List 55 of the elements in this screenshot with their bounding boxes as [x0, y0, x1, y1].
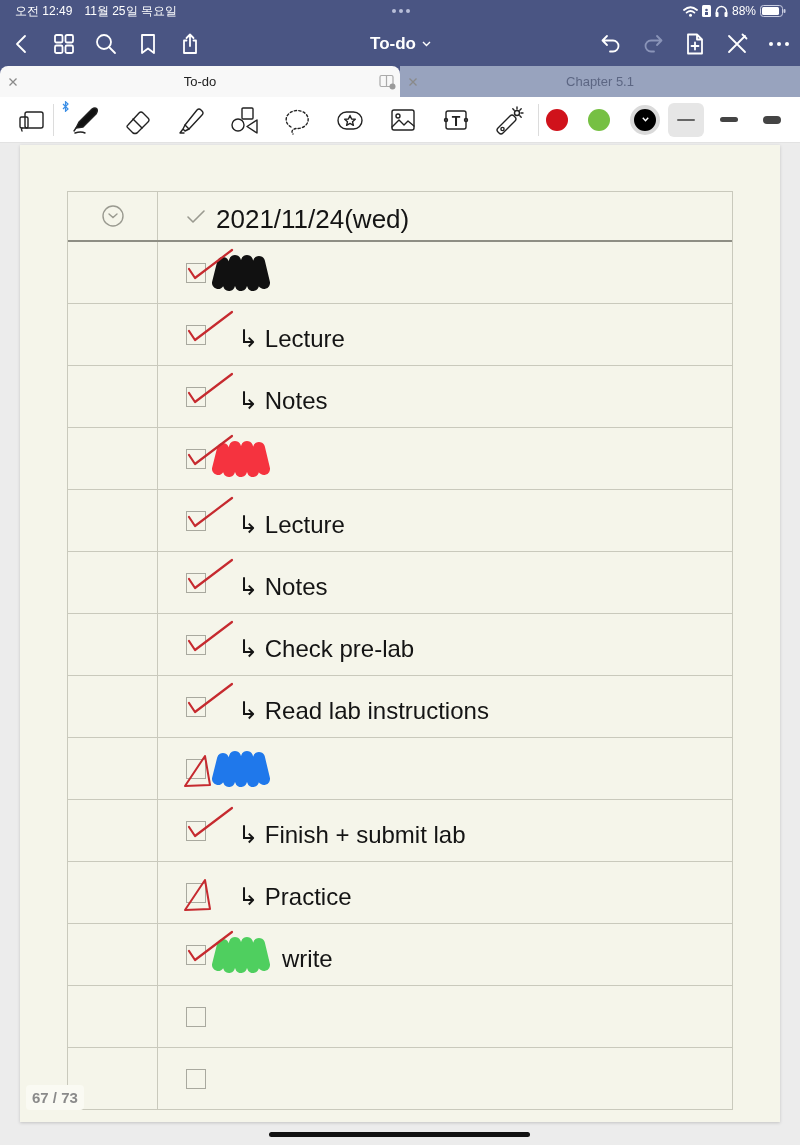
close-icon[interactable] [9, 77, 17, 86]
bluetooth-icon [62, 100, 69, 112]
screen-lock-icon [701, 5, 711, 17]
document-tab[interactable]: To-do [0, 66, 400, 97]
checkbox[interactable] [186, 696, 206, 717]
handwritten-text: ↳ Finish + submit lab [238, 819, 466, 849]
search-icon[interactable] [94, 32, 118, 56]
pen-icon[interactable] [70, 104, 100, 135]
handwritten-text: ↳ Read lab instructions [238, 695, 489, 725]
chevron-down-icon [421, 41, 431, 47]
handwritten-text: ↳ Notes [238, 385, 328, 415]
split-view-icon[interactable] [378, 73, 396, 90]
checkbox[interactable] [186, 820, 206, 841]
handwritten-text: write [282, 943, 333, 973]
checkbox[interactable] [186, 634, 206, 655]
grid-icon[interactable] [52, 32, 76, 56]
line-icon [720, 117, 738, 122]
headphones-icon [714, 5, 728, 17]
checkbox[interactable] [186, 1006, 206, 1027]
clock-icon [101, 205, 124, 227]
checkbox[interactable] [186, 448, 206, 469]
checkbox[interactable] [186, 510, 206, 531]
checkbox[interactable] [186, 324, 206, 345]
wifi-icon [682, 5, 698, 17]
checkbox[interactable] [186, 1068, 206, 1089]
handwritten-text: ↳ Practice [238, 881, 352, 911]
checkbox[interactable] [186, 882, 206, 903]
color-swatch-icon[interactable] [630, 104, 660, 135]
title-menu-button[interactable]: To-do [364, 30, 437, 58]
multitask-dots-icon[interactable] [391, 9, 410, 13]
checkbox[interactable] [186, 758, 206, 779]
handwritten-date: 2021/11/24(wed) [216, 202, 410, 235]
page-counter: 67 / 73 [26, 1085, 84, 1110]
handwritten-text: ↳ Check pre-lab [238, 633, 415, 663]
handwritten-text: ↳ Lecture [238, 509, 345, 539]
handwritten-text: ↳ Lecture [238, 323, 345, 353]
status-date: 11월 25일 목요일 [84, 2, 177, 20]
checkbox[interactable] [186, 262, 206, 283]
chevron-down-icon [641, 117, 649, 122]
checkbox[interactable] [186, 386, 206, 407]
checkbox[interactable] [186, 572, 206, 593]
check-icon [186, 208, 206, 224]
line-icon [677, 118, 695, 121]
crossed-pens-icon[interactable] [725, 32, 749, 56]
shapes-icon[interactable] [229, 104, 259, 135]
status-time: 오전 12:49 [15, 2, 73, 20]
handwritten-text: ↳ Notes [238, 571, 328, 601]
battery-icon [760, 5, 786, 17]
battery-percent: 88% [731, 4, 756, 18]
color-swatch-icon[interactable] [546, 108, 568, 131]
stroke-width-button[interactable] [668, 102, 704, 137]
color-swatch-icon[interactable] [588, 108, 610, 131]
line-icon [763, 115, 781, 124]
checkbox[interactable] [186, 944, 206, 965]
laser-pointer-icon[interactable] [494, 104, 524, 135]
